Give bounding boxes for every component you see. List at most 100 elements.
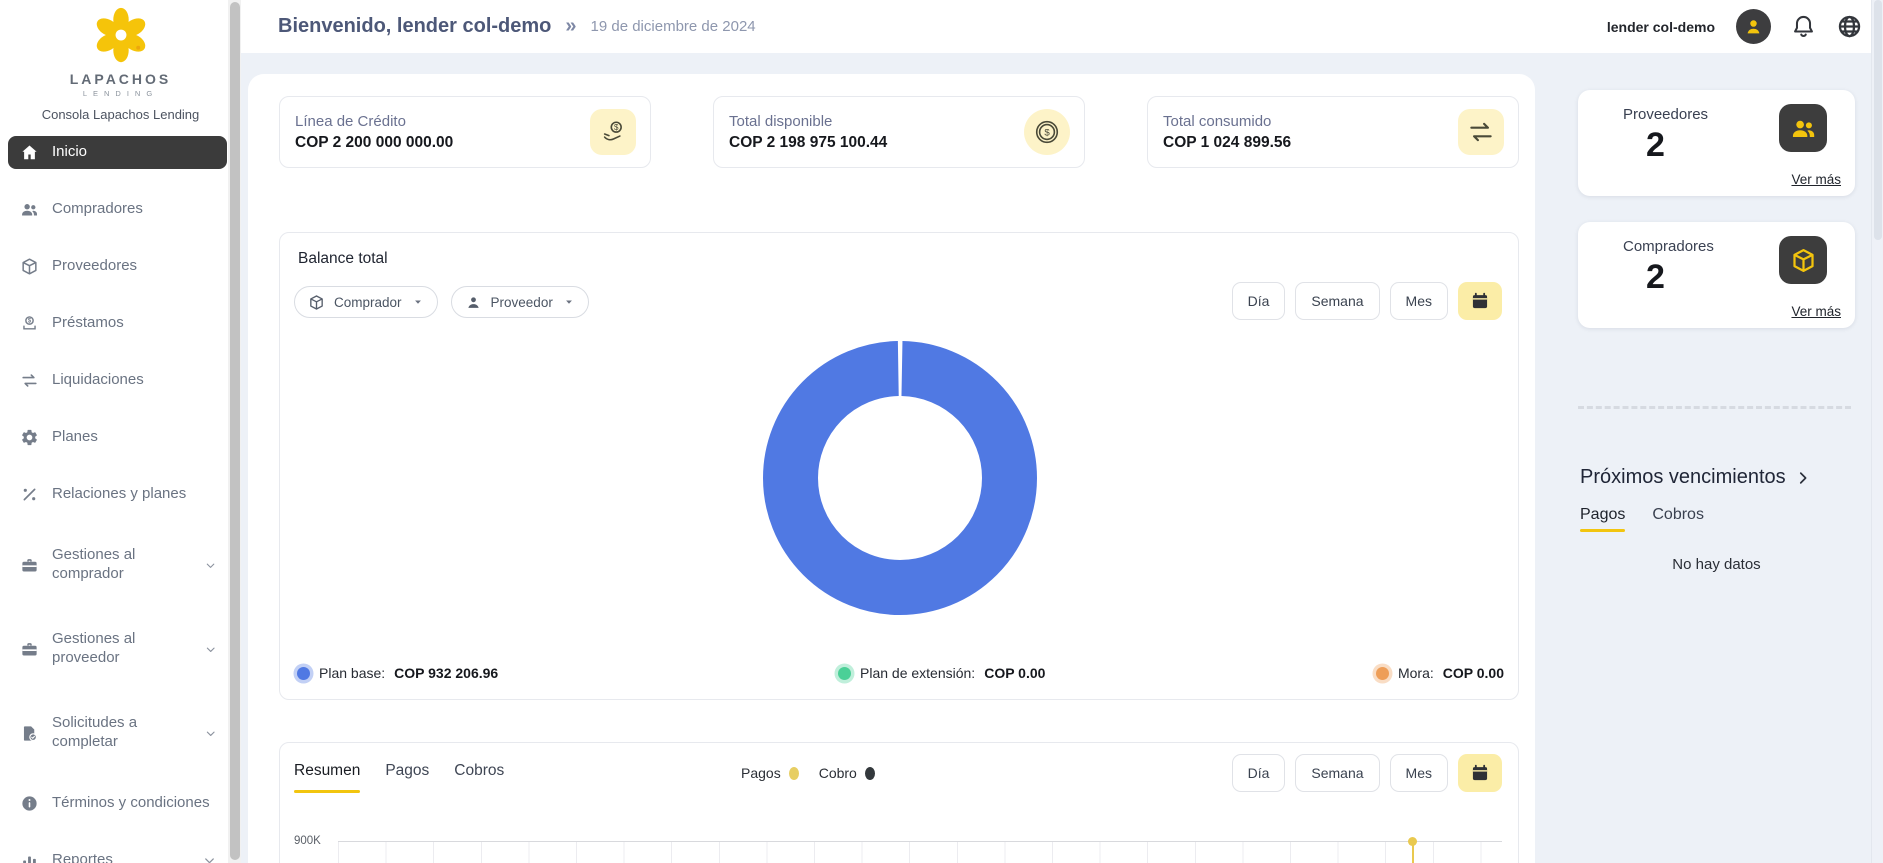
svg-text:$: $	[1044, 127, 1050, 138]
calendar-button[interactable]	[1458, 754, 1502, 792]
sidebar-item-prestamos[interactable]: $ Préstamos	[8, 307, 227, 340]
stat-card-total-consumido: Total consumido COP 1 024 899.56	[1147, 96, 1519, 168]
summary-line-chart[interactable]: 900K	[294, 831, 1502, 863]
legend-cobro: Cobro	[819, 765, 875, 781]
stat-value: COP 2 198 975 100.44	[729, 134, 887, 152]
y-axis-tick: 900K	[294, 835, 321, 847]
brand-tagline: LENDING	[0, 89, 241, 98]
tab-pagos[interactable]: Pagos	[385, 762, 429, 784]
sidebar-item-terminos[interactable]: Términos y condiciones	[8, 787, 227, 820]
avatar[interactable]	[1736, 9, 1771, 44]
proveedor-filter-dropdown[interactable]: Proveedor	[451, 286, 589, 318]
calendar-button[interactable]	[1458, 282, 1502, 320]
legend-plan-base: Plan base: COP 932 206.96	[297, 665, 498, 681]
tab-pagos[interactable]: Pagos	[1580, 506, 1625, 529]
cube-icon	[1779, 236, 1827, 284]
hand-coin-icon: $	[590, 109, 636, 155]
legend-dot	[297, 667, 310, 680]
tab-cobros[interactable]: Cobros	[1652, 506, 1704, 529]
legend-dot	[865, 767, 875, 780]
coin-icon: $	[1024, 109, 1070, 155]
stat-cards-row: Línea de Crédito COP 2 200 000 000.00 $ …	[279, 96, 1519, 168]
tab-cobros[interactable]: Cobros	[454, 762, 504, 784]
main-panel: Línea de Crédito COP 2 200 000 000.00 $ …	[248, 74, 1535, 863]
sidebar-item-inicio[interactable]: Inicio	[8, 136, 227, 169]
semana-button[interactable]: Semana	[1295, 754, 1379, 792]
header-username[interactable]: lender col-demo	[1607, 19, 1715, 35]
sidebar-item-reportes[interactable]: Reportes	[8, 844, 227, 863]
dia-button[interactable]: Día	[1232, 754, 1286, 792]
sidebar-item-gestiones-proveedor[interactable]: Gestiones al proveedor	[8, 619, 227, 679]
document-check-icon	[20, 724, 39, 743]
person-icon	[1743, 16, 1764, 37]
upcoming-tabs: Pagos Cobros	[1580, 506, 1704, 529]
chevron-down-icon	[204, 642, 217, 657]
sidebar-item-label: Préstamos	[52, 314, 124, 333]
sidebar-item-compradores[interactable]: Compradores	[8, 193, 227, 226]
sidebar-item-label: Solicitudes a completar	[52, 714, 191, 752]
filter-label: Proveedor	[491, 295, 553, 310]
briefcase-icon	[20, 640, 39, 659]
dia-button[interactable]: Día	[1232, 282, 1286, 320]
sidebar-item-label: Reportes	[52, 851, 113, 863]
tab-resumen[interactable]: Resumen	[294, 762, 360, 784]
sidebar-scrollbar-thumb[interactable]	[230, 2, 240, 860]
summary-tabs: Resumen Pagos Cobros	[294, 762, 504, 784]
comprador-filter-dropdown[interactable]: Comprador	[294, 286, 438, 318]
page-scrollbar[interactable]	[1871, 0, 1883, 863]
calendar-icon	[1470, 291, 1490, 311]
sidebar-item-label: Inicio	[52, 143, 87, 162]
chevron-down-icon	[202, 853, 217, 863]
legend-label: Mora:	[1398, 665, 1434, 681]
sidebar-item-relaciones[interactable]: Relaciones y planes	[8, 478, 227, 511]
globe-icon[interactable]	[1836, 13, 1863, 40]
ver-mas-link[interactable]: Ver más	[1791, 172, 1841, 187]
card-count: 2	[1646, 258, 1665, 297]
transfer-icon	[1458, 109, 1504, 155]
semana-button[interactable]: Semana	[1295, 282, 1379, 320]
compradores-card: Compradores 2 Ver más	[1578, 222, 1855, 328]
sidebar-item-label: Compradores	[52, 200, 143, 219]
legend-dot	[789, 767, 799, 780]
sidebar-item-solicitudes[interactable]: Solicitudes a completar	[8, 703, 227, 763]
page-scrollbar-thumb[interactable]	[1874, 0, 1882, 240]
chevron-down-icon	[204, 726, 217, 741]
balance-donut-chart[interactable]	[755, 333, 1045, 623]
sidebar-item-label: Proveedores	[52, 257, 137, 276]
ver-mas-link[interactable]: Ver más	[1791, 304, 1841, 319]
sidebar-item-planes[interactable]: Planes	[8, 421, 227, 454]
transfer-icon	[20, 371, 39, 390]
right-panel: Proveedores 2 Ver más Compradores 2 Ver …	[1578, 0, 1855, 863]
mes-button[interactable]: Mes	[1390, 282, 1448, 320]
proveedores-card: Proveedores 2 Ver más	[1578, 90, 1855, 196]
legend-label: Plan de extensión:	[860, 665, 975, 681]
header-date: 19 de diciembre de 2024	[591, 18, 756, 35]
sidebar-item-label: Relaciones y planes	[52, 485, 186, 504]
welcome-title: Bienvenido, lender col-demo	[278, 15, 551, 38]
mes-button[interactable]: Mes	[1390, 754, 1448, 792]
chart-day-marker-dot	[1408, 837, 1417, 846]
sidebar-item-label: Gestiones al comprador	[52, 546, 191, 584]
gear-icon	[20, 428, 39, 447]
legend-pagos: Pagos	[741, 765, 799, 781]
sidebar-item-label: Gestiones al proveedor	[52, 630, 191, 668]
sidebar-scrollbar[interactable]	[228, 0, 241, 863]
legend-dot	[838, 667, 851, 680]
balance-title: Balance total	[298, 250, 388, 268]
briefcase-icon	[20, 556, 39, 575]
sidebar-item-label: Términos y condiciones	[52, 794, 210, 813]
chevron-right-icon	[1794, 469, 1812, 487]
bell-icon[interactable]	[1790, 13, 1817, 40]
stat-value: COP 2 200 000 000.00	[295, 134, 453, 152]
summary-legend: Pagos Cobro	[741, 765, 875, 781]
sidebar-item-liquidaciones[interactable]: Liquidaciones	[8, 364, 227, 397]
proximos-vencimientos-heading[interactable]: Próximos vencimientos	[1580, 466, 1812, 489]
loan-icon: $	[20, 314, 39, 333]
sidebar-item-gestiones-comprador[interactable]: Gestiones al comprador	[8, 535, 227, 595]
cube-icon	[308, 294, 325, 311]
dashed-divider	[1578, 406, 1851, 409]
legend-plan-extension: Plan de extensión: COP 0.00	[838, 665, 1045, 681]
brand-logo: LAPACHOS LENDING Consola Lapachos Lendin…	[0, 0, 241, 122]
legend-label: Pagos	[741, 765, 781, 781]
sidebar-item-proveedores[interactable]: Proveedores	[8, 250, 227, 283]
